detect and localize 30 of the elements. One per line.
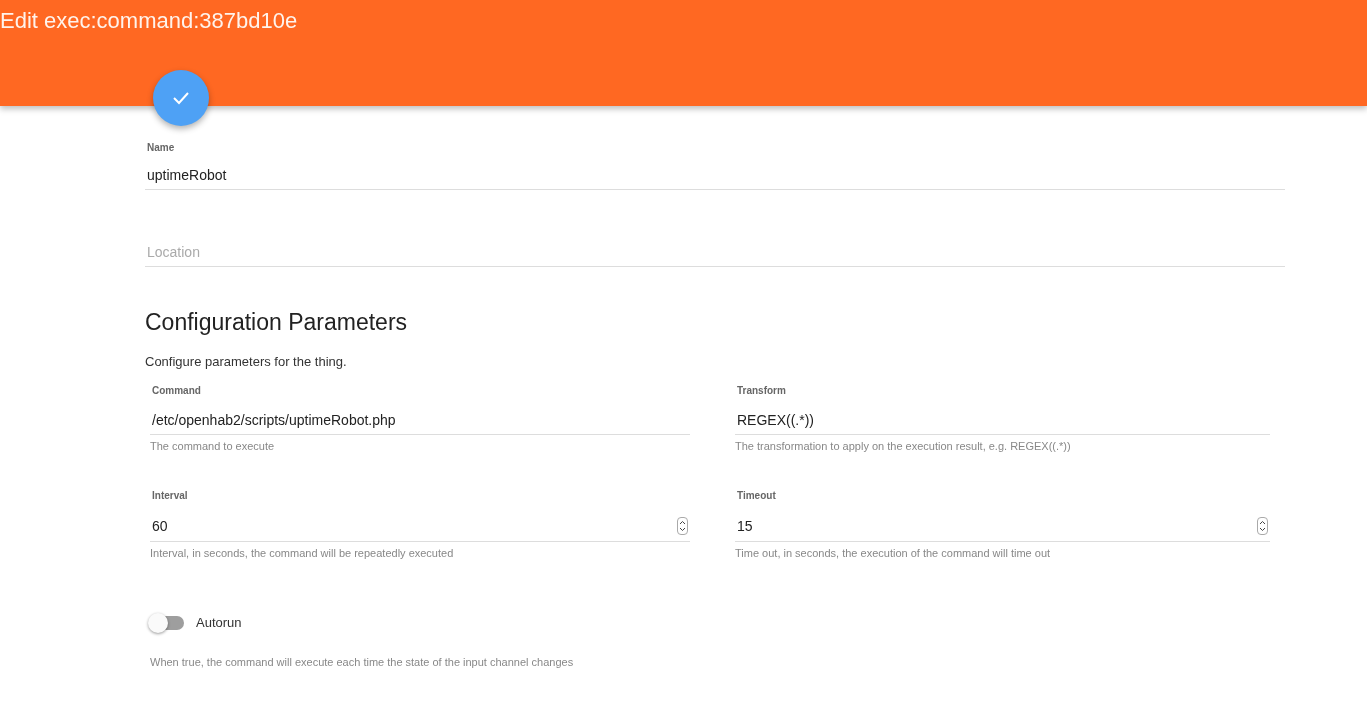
field-value: /etc/openhab2/scripts/uptimeRobot.php	[152, 412, 396, 428]
field-hint: The transformation to apply on the execution result, e.g. REGEX((.*))	[735, 440, 1072, 452]
section-description: Configure parameters for the thing.	[145, 354, 348, 369]
check-icon	[172, 91, 190, 105]
toggle-switch[interactable]	[150, 615, 184, 630]
number-field[interactable]: 60	[150, 517, 690, 542]
field-label: Name	[147, 142, 176, 153]
save-button[interactable]	[153, 70, 209, 126]
text-field[interactable]: REGEX((.*))	[735, 412, 1270, 435]
field-hint: Interval, in seconds, the command will be repeatedly executed	[150, 547, 455, 559]
field-hint: Time out, in seconds, the execution of the command will time out	[735, 547, 1052, 559]
spinner-icon[interactable]	[1257, 517, 1268, 535]
field-value: uptimeRobot	[147, 167, 228, 183]
text-field[interactable]: Name uptimeRobot	[145, 140, 1285, 190]
toggle-label: Autorun	[196, 615, 242, 630]
field-value: REGEX((.*))	[737, 412, 814, 428]
text-field[interactable]: /etc/openhab2/scripts/uptimeRobot.php	[150, 412, 690, 435]
section-heading: Configuration Parameters	[145, 309, 409, 336]
toggle-hint: When true, the command will execute each time the state of the input channel changes	[150, 656, 575, 668]
number-field[interactable]: 15	[735, 517, 1270, 542]
field-value: 15	[737, 518, 753, 534]
field-hint: The command to execute	[150, 440, 276, 452]
spinner-icon[interactable]	[677, 517, 688, 535]
field-label: Interval	[151, 490, 189, 501]
field-label: Command	[151, 385, 202, 396]
field-value: 60	[152, 518, 168, 534]
page-title: Edit exec:command:387bd10e	[0, 7, 299, 35]
field-label: Transform	[736, 385, 787, 396]
field-placeholder: Location	[147, 244, 201, 260]
field-label: Timeout	[736, 490, 777, 501]
